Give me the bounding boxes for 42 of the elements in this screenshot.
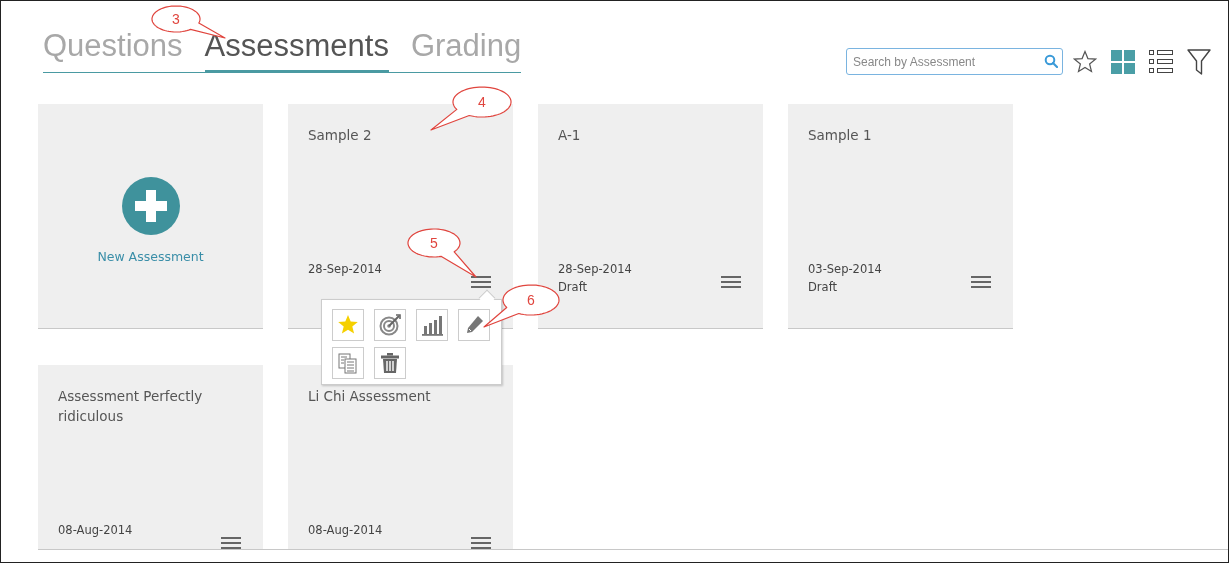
- assessment-title: Li Chi Assessment: [308, 387, 432, 406]
- star-button[interactable]: [332, 309, 364, 341]
- menu-button[interactable]: [470, 275, 492, 289]
- star-icon: [337, 314, 359, 336]
- favorites-button[interactable]: [1073, 50, 1097, 73]
- copy-icon: [337, 352, 359, 374]
- assessment-date: 08-Aug-2014: [58, 523, 133, 537]
- callout-number: 6: [527, 293, 535, 307]
- assessment-status: Draft: [558, 280, 587, 294]
- assessment-card[interactable]: Li Chi Assessment 08-Aug-2014: [288, 365, 513, 549]
- assessment-date: 03-Sep-2014: [808, 262, 882, 276]
- target-button[interactable]: [374, 309, 406, 341]
- add-icon[interactable]: [121, 176, 180, 235]
- menu-button[interactable]: [470, 536, 492, 549]
- assessment-card[interactable]: A-1 28-Sep-2014 Draft: [538, 104, 763, 329]
- assessment-card[interactable]: Assessment Perfectly ridiculous 08-Aug-2014: [38, 365, 263, 549]
- callout-number: 5: [430, 236, 438, 250]
- menu-button[interactable]: [970, 275, 992, 289]
- callout-number: 3: [172, 12, 180, 26]
- bar-chart-icon: [421, 314, 443, 336]
- target-icon: [379, 314, 401, 336]
- filter-button[interactable]: [1187, 48, 1211, 75]
- callout-bubble: [406, 227, 478, 279]
- menu-button[interactable]: [220, 536, 242, 549]
- assessment-date: 28-Sep-2014: [308, 262, 382, 276]
- assessment-status: Draft: [808, 280, 837, 294]
- assessment-title: A-1: [558, 126, 582, 145]
- assessment-title: Sample 2: [308, 126, 373, 145]
- grid-view-button[interactable]: [1111, 49, 1135, 74]
- assessment-card[interactable]: Sample 1 03-Sep-2014 Draft: [788, 104, 1013, 329]
- pencil-button[interactable]: [458, 309, 490, 341]
- assessment-title: Assessment Perfectly ridiculous: [58, 387, 204, 426]
- assessment-date: 08-Aug-2014: [308, 523, 383, 537]
- assessment-date: 28-Sep-2014: [558, 262, 632, 276]
- menu-button[interactable]: [720, 275, 742, 289]
- trash-button[interactable]: [374, 347, 406, 379]
- assessment-title: Sample 1: [808, 126, 873, 145]
- search-icon[interactable]: [1044, 54, 1058, 68]
- trash-icon: [379, 352, 401, 374]
- search-field[interactable]: Search by Assessment: [846, 48, 1063, 75]
- list-view-button[interactable]: [1149, 49, 1173, 74]
- bar-chart-button[interactable]: [416, 309, 448, 341]
